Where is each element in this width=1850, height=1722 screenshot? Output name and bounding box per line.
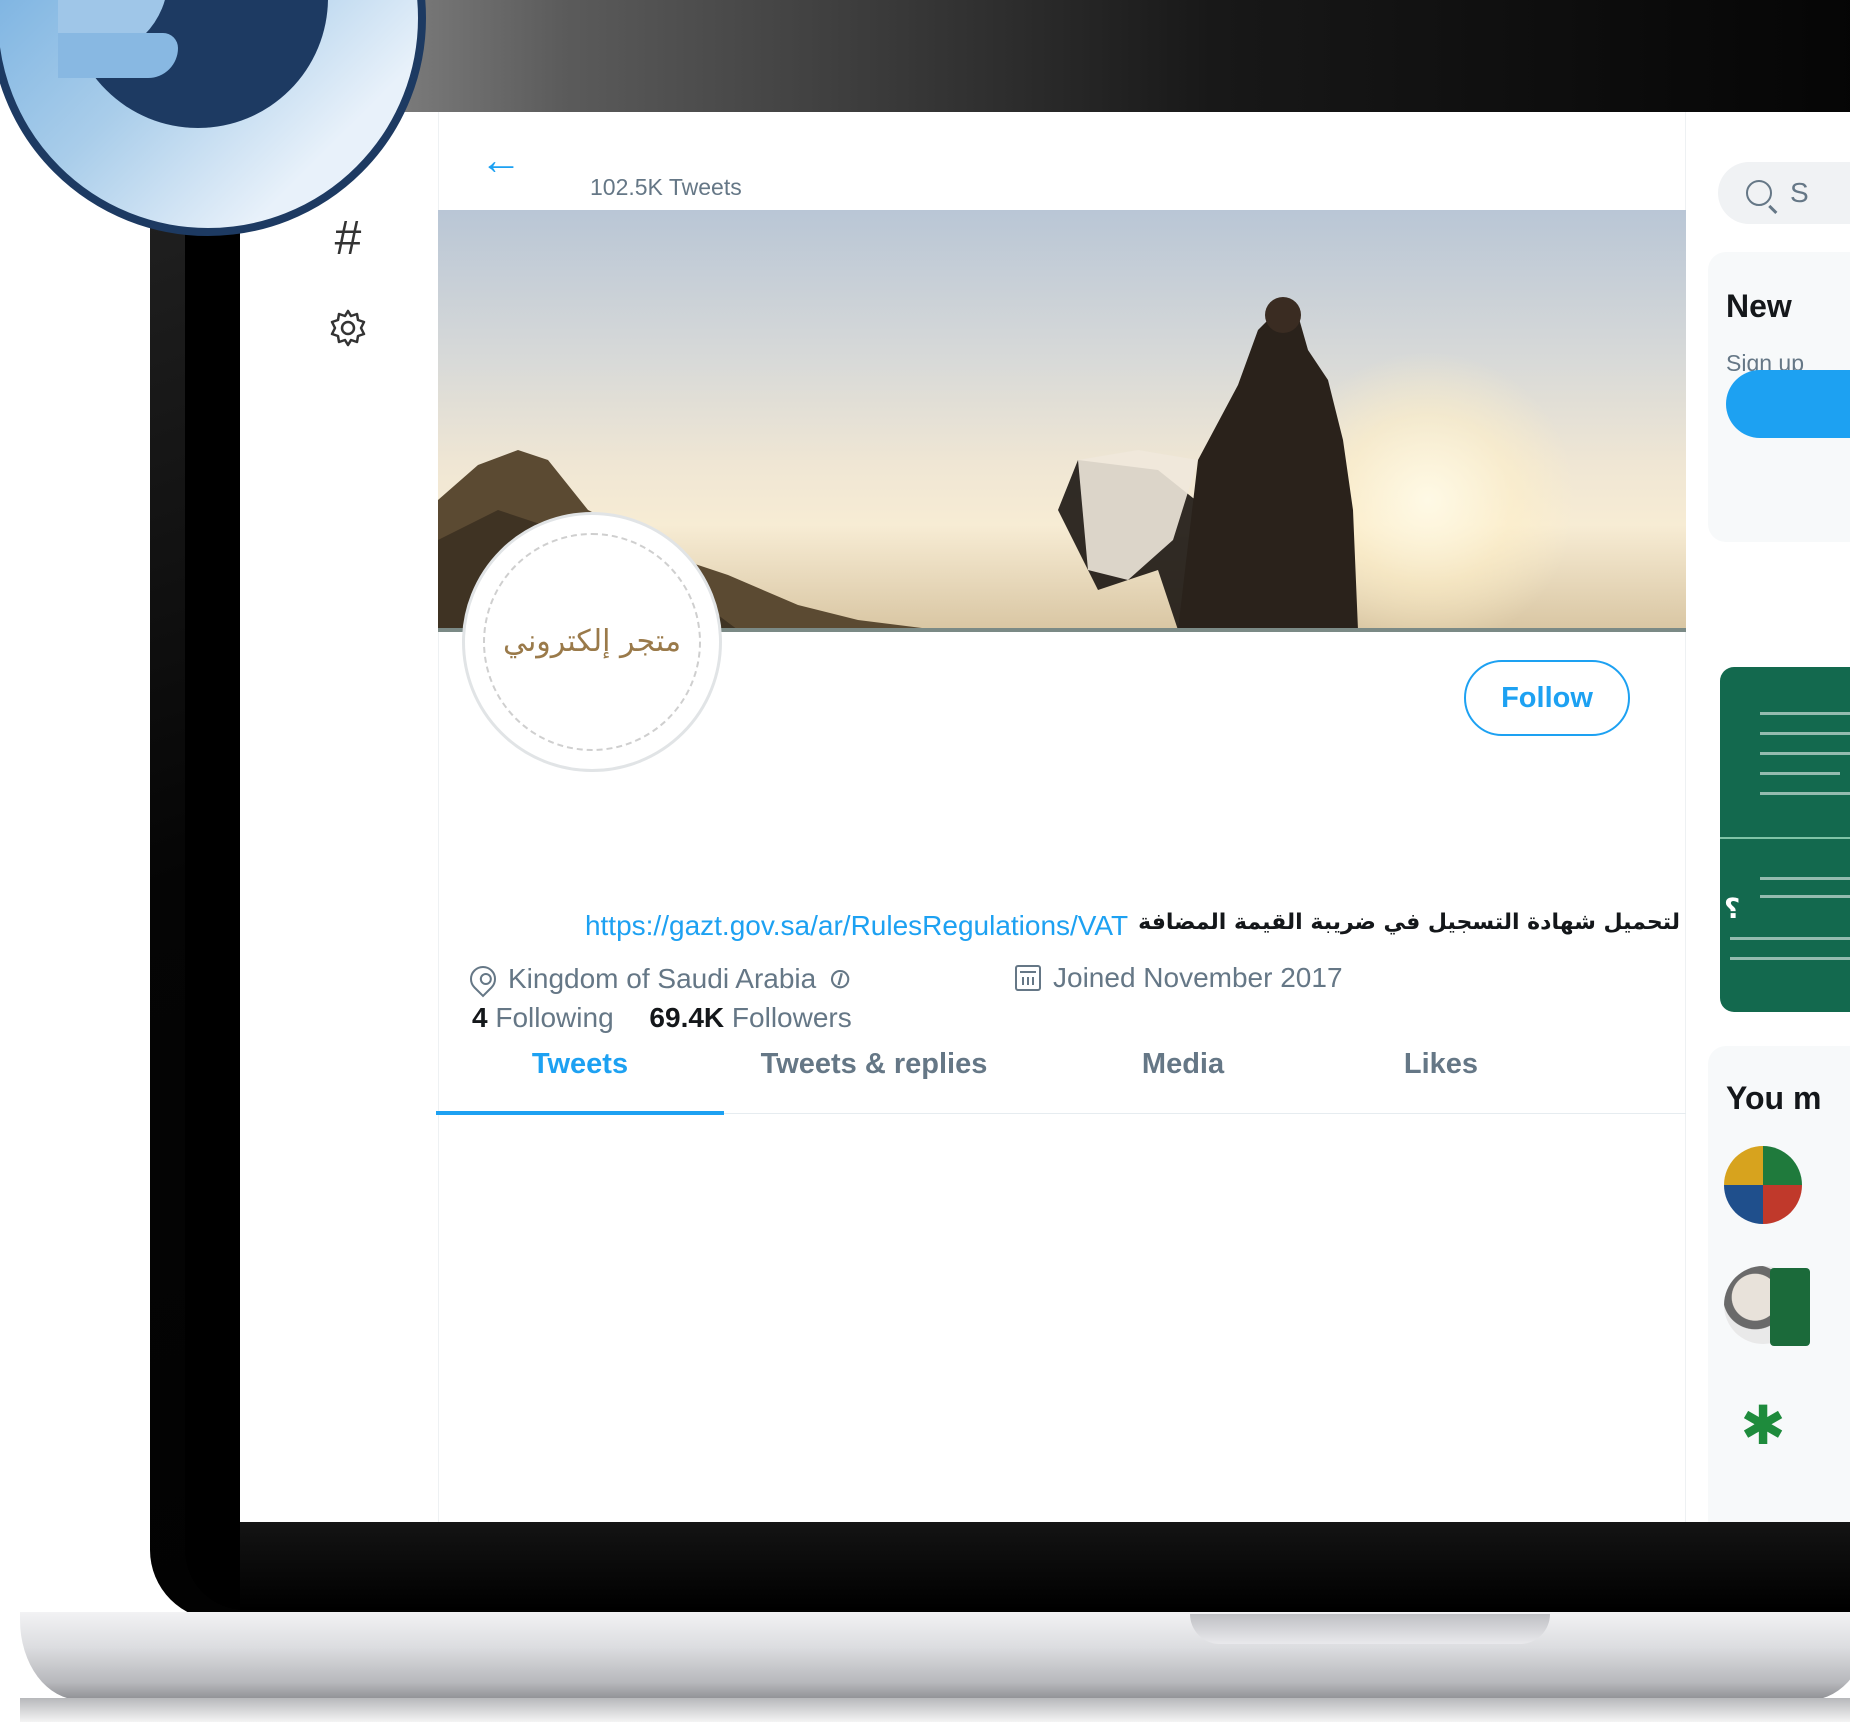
suggested-account-avatar[interactable]	[1724, 1146, 1802, 1224]
laptop-base	[20, 1612, 1850, 1700]
gear-icon[interactable]	[320, 300, 376, 356]
tab-media[interactable]: Media	[1038, 1048, 1328, 1081]
signup-button[interactable]	[1726, 370, 1850, 438]
saudi-flag-icon	[1770, 1268, 1810, 1346]
promo-text-line	[1760, 712, 1850, 715]
who-to-follow-title: You m	[1726, 1080, 1822, 1116]
promo-divider	[1720, 837, 1850, 839]
profile-tabs: Tweets Tweets & replies Media Likes	[436, 1038, 1686, 1115]
joined-text: Joined November 2017	[1053, 962, 1343, 993]
laptop-base-shadow	[20, 1698, 1850, 1722]
left-nav: #	[240, 112, 430, 1522]
bio-text: لتحميل شهادة التسجيل في ضريبة القيمة الم…	[1138, 910, 1680, 935]
promo-text-line	[1760, 772, 1840, 775]
tab-tweets[interactable]: Tweets	[436, 1048, 724, 1081]
promo-text-line	[1760, 792, 1850, 795]
avatar-ring	[483, 533, 701, 751]
question-mark-icon: ؟	[1724, 893, 1741, 924]
suggested-account-avatar[interactable]: ✱	[1724, 1386, 1802, 1464]
promo-text-line	[1730, 937, 1850, 940]
gear-icon-svg	[330, 309, 366, 347]
new-card-title: New	[1726, 288, 1792, 324]
promo-text-line	[1760, 752, 1850, 755]
search-input[interactable]: S	[1718, 162, 1850, 224]
active-tab-indicator	[436, 1111, 724, 1115]
location-item: Kingdom of Saudi Arabia ⊘	[464, 959, 858, 998]
new-to-twitter-card: New Sign up	[1708, 252, 1850, 542]
promo-text-line	[1760, 877, 1850, 880]
followers-link[interactable]: 69.4K Followers	[649, 1002, 851, 1033]
laptop-base-notch	[1190, 1614, 1550, 1644]
hashtag-icon[interactable]: #	[320, 210, 376, 266]
promo-text-line	[1760, 895, 1850, 898]
tab-tweets-replies[interactable]: Tweets & replies	[724, 1048, 1024, 1081]
who-to-follow-card: You m ✱	[1708, 1046, 1850, 1522]
screen-top-glare	[240, 0, 1850, 115]
laptop-chin	[240, 1522, 1850, 1610]
follow-button[interactable]: Follow	[1464, 660, 1630, 736]
calendar-icon	[1015, 965, 1041, 991]
promo-text-line	[1760, 732, 1850, 735]
followers-label: Followers	[731, 1002, 852, 1033]
browser-screen: # ← 102.5K Tweets متجر إلكتروني Follow h…	[240, 112, 1850, 1522]
search-icon	[1746, 180, 1772, 206]
link-icon[interactable]: ⊘	[822, 958, 859, 998]
profile-meta: Kingdom of Saudi Arabia ⊘ Joined Novembe…	[464, 948, 1670, 998]
bird-shape-cut	[58, 33, 178, 78]
tab-likes[interactable]: Likes	[1296, 1048, 1586, 1081]
following-label: Following	[495, 1002, 614, 1033]
following-link[interactable]: 4 Following	[472, 1002, 614, 1033]
profile-avatar[interactable]: متجر إلكتروني	[462, 512, 722, 772]
search-placeholder: S	[1790, 177, 1809, 208]
followers-count: 69.4K	[649, 1002, 725, 1033]
profile-bio: https://gazt.gov.sa/ar/RulesRegulations/…	[500, 910, 1680, 942]
joined-item: Joined November 2017	[1015, 962, 1343, 994]
following-count: 4	[472, 1002, 488, 1033]
location-text: Kingdom of Saudi Arabia	[508, 962, 817, 994]
location-pin-icon	[464, 960, 502, 997]
promo-text-line	[1730, 957, 1850, 960]
follow-counts: 4 Following 69.4K Followers	[472, 1002, 852, 1034]
promo-image[interactable]: ؟	[1720, 667, 1850, 1012]
bio-link[interactable]: https://gazt.gov.sa/ar/RulesRegulations/…	[585, 910, 1128, 942]
